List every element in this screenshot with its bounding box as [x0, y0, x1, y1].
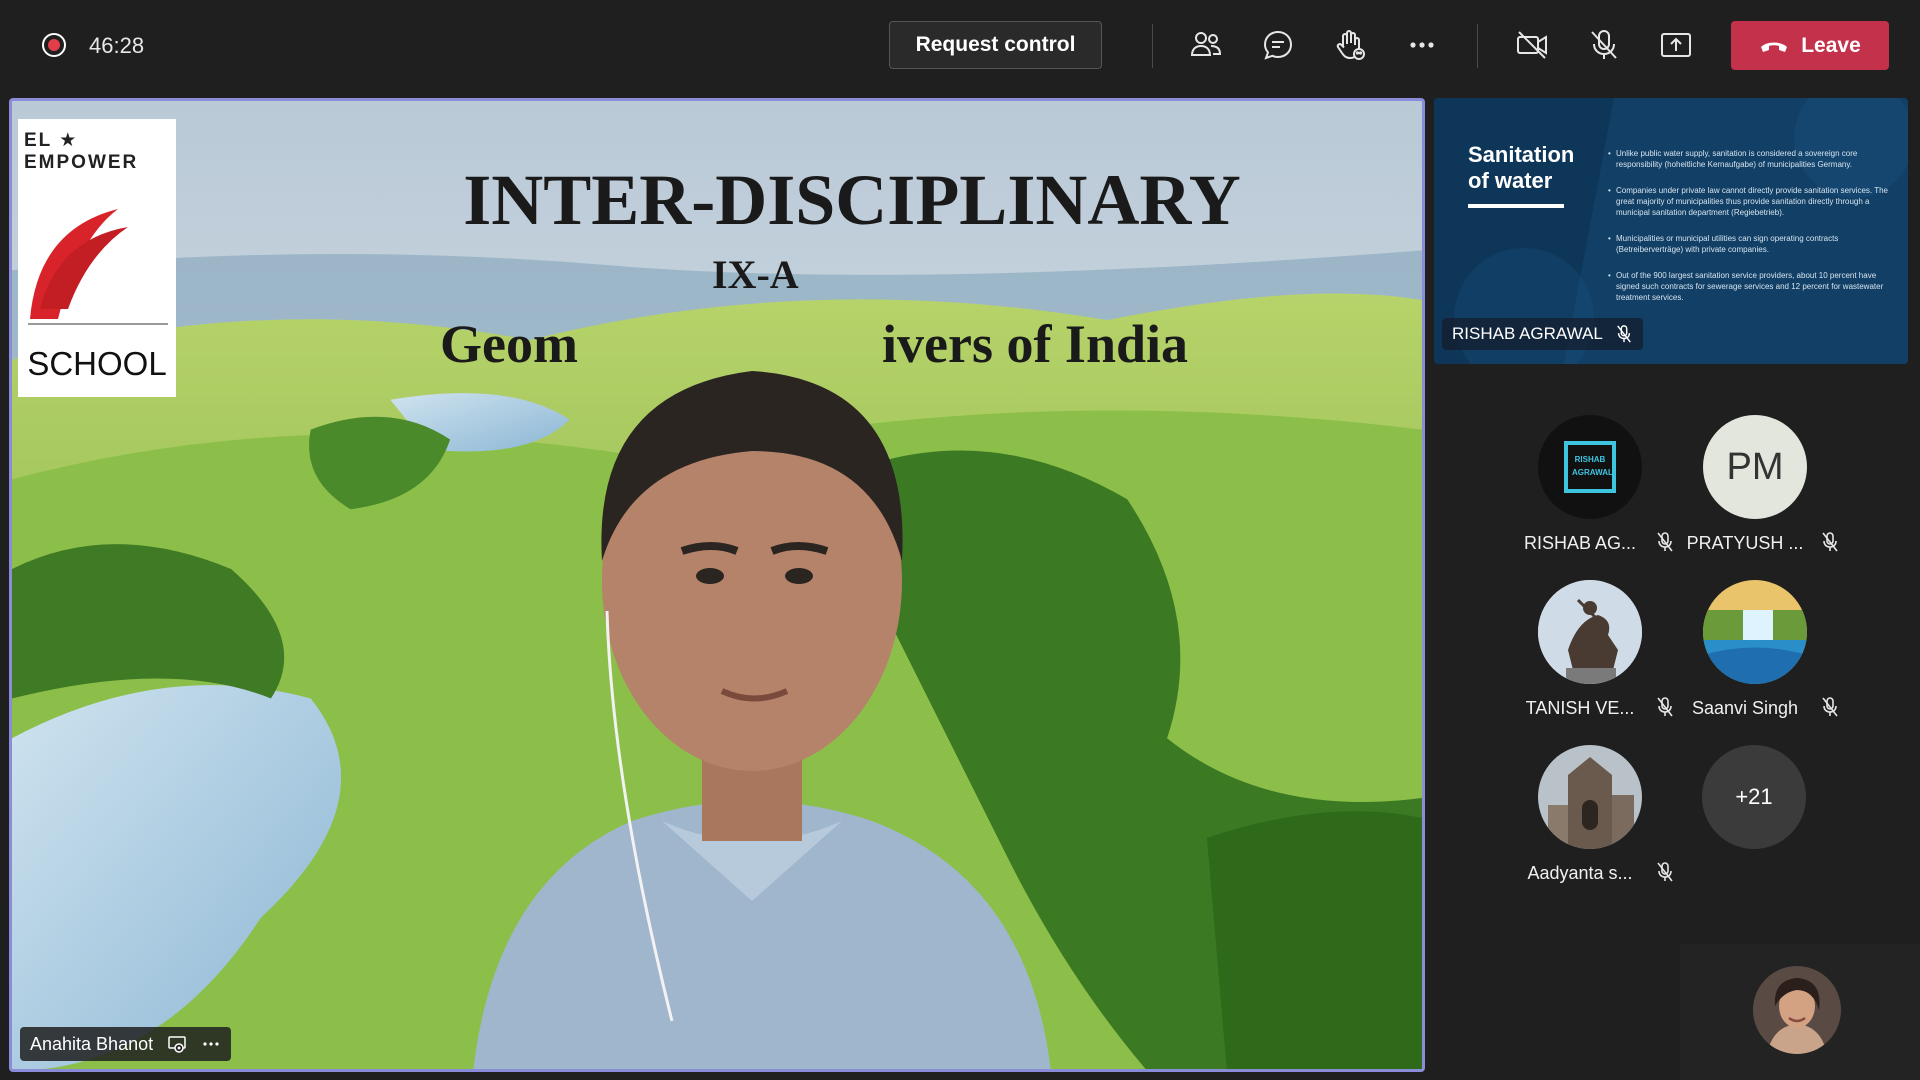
meeting-toolbar: 46:28 Request control Leave [0, 0, 1920, 92]
avatar [1538, 580, 1642, 684]
avatar [1703, 580, 1807, 684]
logo-school-text: SCHOOL [27, 345, 167, 382]
toolbar-divider [1477, 24, 1478, 68]
self-photo-avatar [1753, 966, 1841, 1054]
mic-off-icon [1822, 532, 1838, 552]
participant-name: TANISH VE... [1525, 698, 1635, 718]
shared-slide-bullets: Unlike public water supply, sanitation i… [1608, 148, 1888, 318]
shared-slide-bullet: Out of the 900 largest sanitation servic… [1608, 270, 1888, 303]
school-logo: EL ★ EMPOWER SCHOOL [18, 119, 176, 397]
shared-content-tile[interactable]: Sanitation of water Unlike public water … [1434, 98, 1908, 364]
more-options-button[interactable] [1399, 22, 1445, 68]
mic-off-icon [1657, 862, 1673, 882]
presenting-icon [168, 1036, 186, 1053]
ellipsis-icon [1410, 42, 1434, 48]
presenter-name-tag: Anahita Bhanot [20, 1027, 232, 1061]
hang-up-icon [1761, 42, 1788, 52]
avatar [1538, 745, 1642, 849]
participant-name: Aadyanta s... [1527, 863, 1633, 883]
more-participants-button[interactable]: +21 [1702, 745, 1806, 849]
participant-name: PRATYUSH ... [1686, 533, 1804, 553]
temple-photo-avatar [1538, 745, 1642, 849]
leave-button[interactable]: Leave [1731, 21, 1889, 70]
participant-name: RISHAB AG... [1523, 533, 1637, 553]
meeting-timer: 46:28 [89, 33, 145, 58]
leave-label: Leave [1801, 33, 1861, 57]
participant-tile[interactable]: RISHAB AGRAWAL RISHAB AG... [1505, 415, 1675, 555]
participant-name: Saanvi Singh [1691, 698, 1799, 718]
reactions-button[interactable] [1327, 22, 1373, 68]
chat-button[interactable] [1255, 22, 1301, 68]
raise-hand-icon [1336, 30, 1365, 60]
mic-off-icon [1822, 697, 1838, 717]
shared-slide-bullet: Municipalities or municipal utilities ca… [1608, 233, 1888, 255]
self-view-tile[interactable] [1680, 944, 1920, 1080]
presenter-silhouette [473, 371, 1051, 1069]
avatar: RISHAB AGRAWAL [1538, 415, 1642, 519]
request-control-button[interactable]: Request control [889, 21, 1102, 69]
waterfall-photo-avatar [1703, 580, 1807, 684]
participant-tile[interactable]: TANISH VE... [1505, 580, 1675, 720]
people-icon [1190, 32, 1222, 56]
share-content-button[interactable] [1653, 22, 1699, 68]
share-screen-icon [1661, 33, 1691, 57]
shared-content-owner: RISHAB AGRAWAL [1452, 324, 1603, 343]
self-avatar [1753, 966, 1841, 1054]
tile-more-options-icon[interactable] [201, 1034, 221, 1054]
presenter-name: Anahita Bhanot [30, 1033, 154, 1054]
recording-icon [42, 33, 66, 57]
participant-tile[interactable]: Aadyanta s... [1505, 745, 1675, 885]
participant-tile[interactable]: PM PRATYUSH ... [1670, 415, 1840, 555]
avatar-logo-text: RISHAB AGRAWAL [1572, 455, 1613, 477]
people-button[interactable] [1183, 22, 1229, 68]
statue-photo-avatar [1538, 580, 1642, 684]
avatar: PM [1703, 415, 1807, 519]
presenter-video-tile[interactable]: EL ★ EMPOWER SCHOOL INTER-DISCIPLINARY I… [9, 98, 1425, 1072]
shared-slide-bullet: Companies under private law cannot direc… [1608, 185, 1888, 218]
mic-toggle-button[interactable] [1581, 22, 1627, 68]
camera-toggle-button[interactable] [1509, 22, 1555, 68]
participant-tile[interactable]: Saanvi Singh [1670, 580, 1840, 720]
shared-slide-underline [1468, 204, 1564, 208]
chat-icon [1263, 30, 1293, 60]
slide-title: INTER-DISCIPLINARY [463, 160, 1241, 240]
mic-off-icon [1616, 325, 1631, 343]
shared-slide-bullet: Unlike public water supply, sanitation i… [1608, 148, 1888, 170]
shared-content-owner-tag: RISHAB AGRAWAL [1442, 318, 1643, 350]
shared-slide-title: Sanitation of water [1468, 142, 1575, 193]
camera-off-icon [1517, 31, 1547, 59]
toolbar-divider [1152, 24, 1153, 68]
mic-off-icon [1591, 30, 1617, 59]
